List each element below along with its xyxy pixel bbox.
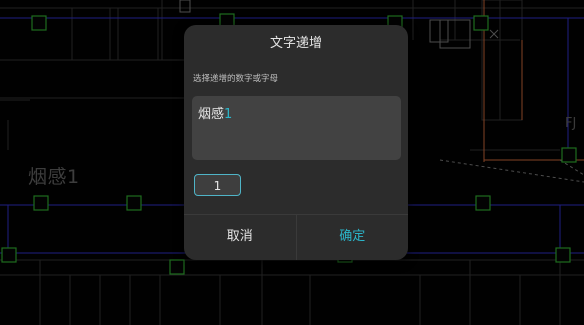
text-selection-field[interactable]: 烟感1 (192, 96, 401, 160)
dialog-prompt: 选择递增的数字或字母 (193, 74, 279, 84)
cad-canvas[interactable]: 烟感1 FJ 文字递增 选择递增的数字或字母 烟感1 1 取消 确定 (0, 0, 584, 325)
text-prefix[interactable]: 烟感 (198, 107, 224, 122)
increment-value-input[interactable]: 1 (194, 174, 241, 196)
text-content[interactable]: 烟感1 (198, 103, 232, 122)
confirm-button[interactable]: 确定 (297, 215, 409, 260)
dialog-footer: 取消 确定 (184, 214, 408, 260)
cancel-button[interactable]: 取消 (184, 215, 297, 260)
text-increment-dialog: 文字递增 选择递增的数字或字母 烟感1 1 取消 确定 (184, 25, 408, 260)
dialog-title: 文字递增 (269, 36, 322, 51)
selected-digit[interactable]: 1 (224, 107, 232, 122)
